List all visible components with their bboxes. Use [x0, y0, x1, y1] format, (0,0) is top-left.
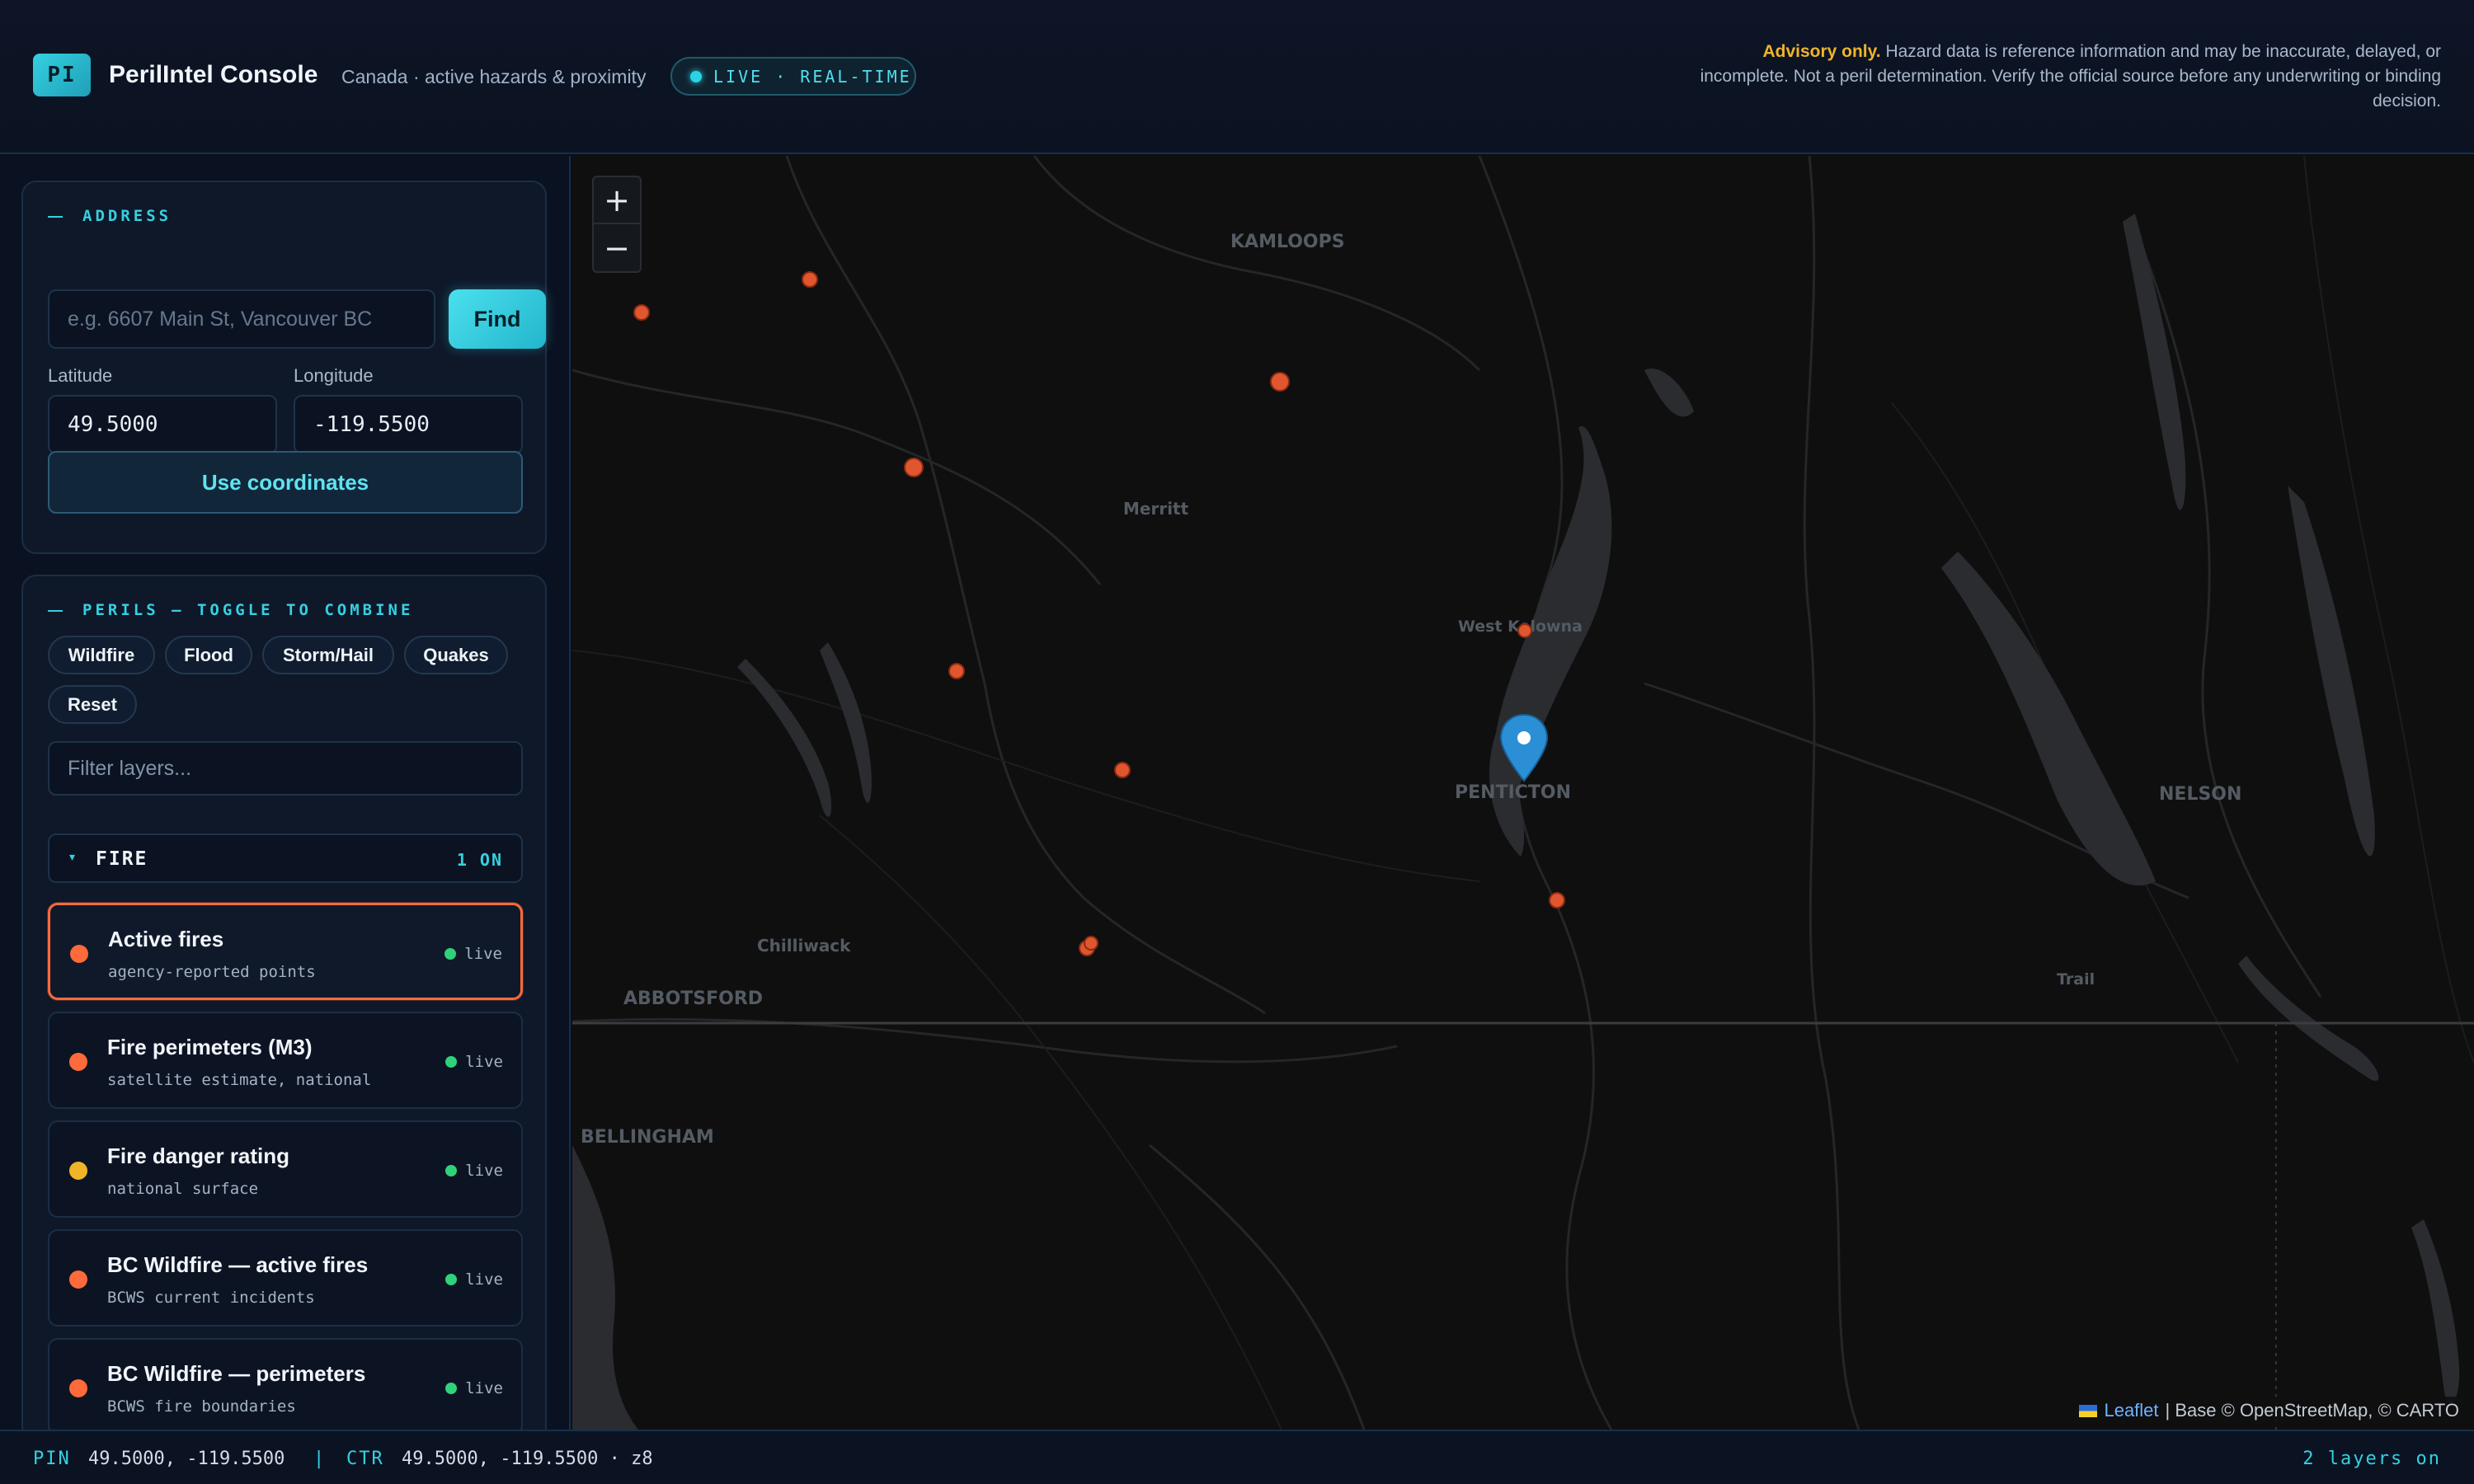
status-separator: | [313, 1449, 327, 1469]
attribution-text: | Base © OpenStreetMap, © CARTO [2165, 1400, 2459, 1421]
chip-flood[interactable]: Flood [165, 636, 252, 674]
layer-title: Fire danger rating [107, 1144, 290, 1168]
layer-bc-wildfire-active[interactable]: BC Wildfire — active fires BCWS current … [48, 1229, 523, 1327]
fire-marker [1549, 892, 1565, 909]
chip-wildfire[interactable]: Wildfire [48, 636, 155, 674]
fire-marker [1114, 762, 1131, 778]
status-bar: PIN 49.5000, -119.5500 | CTR 49.5000, -1… [0, 1430, 2474, 1484]
center-label: CTR [346, 1449, 384, 1469]
perils-heading: PERILS — TOGGLE TO COMBINE [48, 601, 413, 619]
layers-on-count: 2 layers on [2302, 1449, 2441, 1469]
chip-quakes[interactable]: Quakes [404, 636, 508, 674]
layer-subtitle: satellite estimate, national [107, 1071, 372, 1089]
fire-marker [633, 304, 650, 321]
pin-label: PIN [33, 1449, 71, 1469]
live-dot-icon [445, 1274, 458, 1285]
app-header: PI PerilIntel Console Canada · active ha… [0, 0, 2474, 154]
layer-subtitle: national surface [107, 1180, 259, 1198]
fire-marker [1084, 936, 1098, 951]
layer-color-dot-icon [69, 1162, 87, 1180]
center-coordinates: 49.5000, -119.5500 · z8 [402, 1449, 653, 1469]
chevron-down-icon: ▾ [69, 850, 76, 863]
group-count-badge: 1 ON [456, 850, 503, 870]
live-badge: live [445, 1270, 503, 1289]
layer-subtitle: BCWS current incidents [107, 1289, 315, 1307]
app-subtitle: Canada · active hazards & proximity [341, 66, 647, 87]
map-canvas[interactable]: + − KAMLOOPS Merritt West Kelowna PENTIC… [572, 156, 2474, 1430]
fire-marker [1270, 372, 1290, 392]
layer-title: BC Wildfire — perimeters [107, 1361, 366, 1386]
filter-layers-placeholder: Filter layers... [68, 756, 192, 780]
fire-marker [904, 458, 924, 477]
find-button[interactable]: Find [449, 289, 546, 349]
live-dot-icon [444, 948, 457, 960]
live-badge: live [444, 945, 502, 963]
longitude-label: Longitude [294, 365, 374, 386]
layer-active-fires[interactable]: Active fires agency-reported points live [48, 903, 523, 1000]
live-indicator-icon [690, 70, 702, 82]
layer-subtitle: BCWS fire boundaries [107, 1397, 296, 1416]
layer-fire-danger-rating[interactable]: Fire danger rating national surface live [48, 1120, 523, 1218]
live-badge: live [445, 1379, 503, 1397]
layer-subtitle: agency-reported points [108, 963, 316, 981]
latitude-label: Latitude [48, 365, 113, 386]
latitude-field[interactable]: 49.5000 [48, 395, 277, 454]
layer-color-dot-icon [69, 1270, 87, 1289]
address-heading: ADDRESS [48, 207, 172, 225]
live-status-text: LIVE · REAL-TIME [713, 66, 912, 87]
longitude-field[interactable]: -119.5500 [294, 395, 523, 454]
chip-storm-hail[interactable]: Storm/Hail [262, 636, 394, 674]
layer-fire-perimeters[interactable]: Fire perimeters (M3) satellite estimate,… [48, 1012, 523, 1109]
perils-panel: PERILS — TOGGLE TO COMBINE Wildfire Floo… [21, 575, 547, 1430]
advisory-label: Advisory only. [1762, 42, 1881, 61]
layer-color-dot-icon [70, 945, 88, 963]
map-attribution: Leaflet | Base © OpenStreetMap, © CARTO [2071, 1397, 2467, 1425]
layer-color-dot-icon [69, 1379, 87, 1397]
layer-title: BC Wildfire — active fires [107, 1252, 369, 1277]
pin-coordinates: 49.5000, -119.5500 [88, 1449, 285, 1469]
layer-bc-wildfire-perimeters[interactable]: BC Wildfire — perimeters BCWS fire bound… [48, 1338, 523, 1430]
app-logo: PI [33, 54, 91, 96]
layer-title: Active fires [108, 927, 224, 951]
live-badge: live [445, 1162, 503, 1180]
use-coordinates-button[interactable]: Use coordinates [48, 451, 523, 514]
layer-color-dot-icon [69, 1053, 87, 1071]
leaflet-link[interactable]: Leaflet [2104, 1400, 2158, 1421]
ukraine-flag-icon [2079, 1404, 2098, 1417]
filter-layers-input[interactable]: Filter layers... [48, 741, 523, 796]
address-panel: ADDRESS e.g. 6607 Main St, Vancouver BC … [21, 181, 547, 554]
fire-markers-layer [633, 271, 1565, 956]
address-search-input[interactable]: e.g. 6607 Main St, Vancouver BC [48, 289, 435, 349]
live-dot-icon [445, 1383, 458, 1394]
live-dot-icon [445, 1056, 458, 1068]
fire-marker [802, 271, 818, 288]
live-dot-icon [445, 1165, 458, 1176]
advisory-notice: Advisory only. Hazard data is reference … [1699, 40, 2441, 114]
live-badge: live [445, 1053, 503, 1071]
group-name: FIRE [96, 848, 148, 870]
group-header-fire[interactable]: ▾ FIRE 1 ON [48, 834, 523, 883]
address-search-placeholder: e.g. 6607 Main St, Vancouver BC [68, 307, 373, 331]
fire-marker [1517, 623, 1532, 638]
location-pin-icon [1499, 713, 1549, 782]
sidebar: ADDRESS e.g. 6607 Main St, Vancouver BC … [0, 156, 571, 1430]
app-title: PerilIntel Console [109, 61, 318, 88]
layer-title: Fire perimeters (M3) [107, 1035, 313, 1059]
fire-marker [948, 663, 965, 679]
chip-reset[interactable]: Reset [48, 685, 137, 724]
live-status-pill: LIVE · REAL-TIME [670, 57, 916, 96]
